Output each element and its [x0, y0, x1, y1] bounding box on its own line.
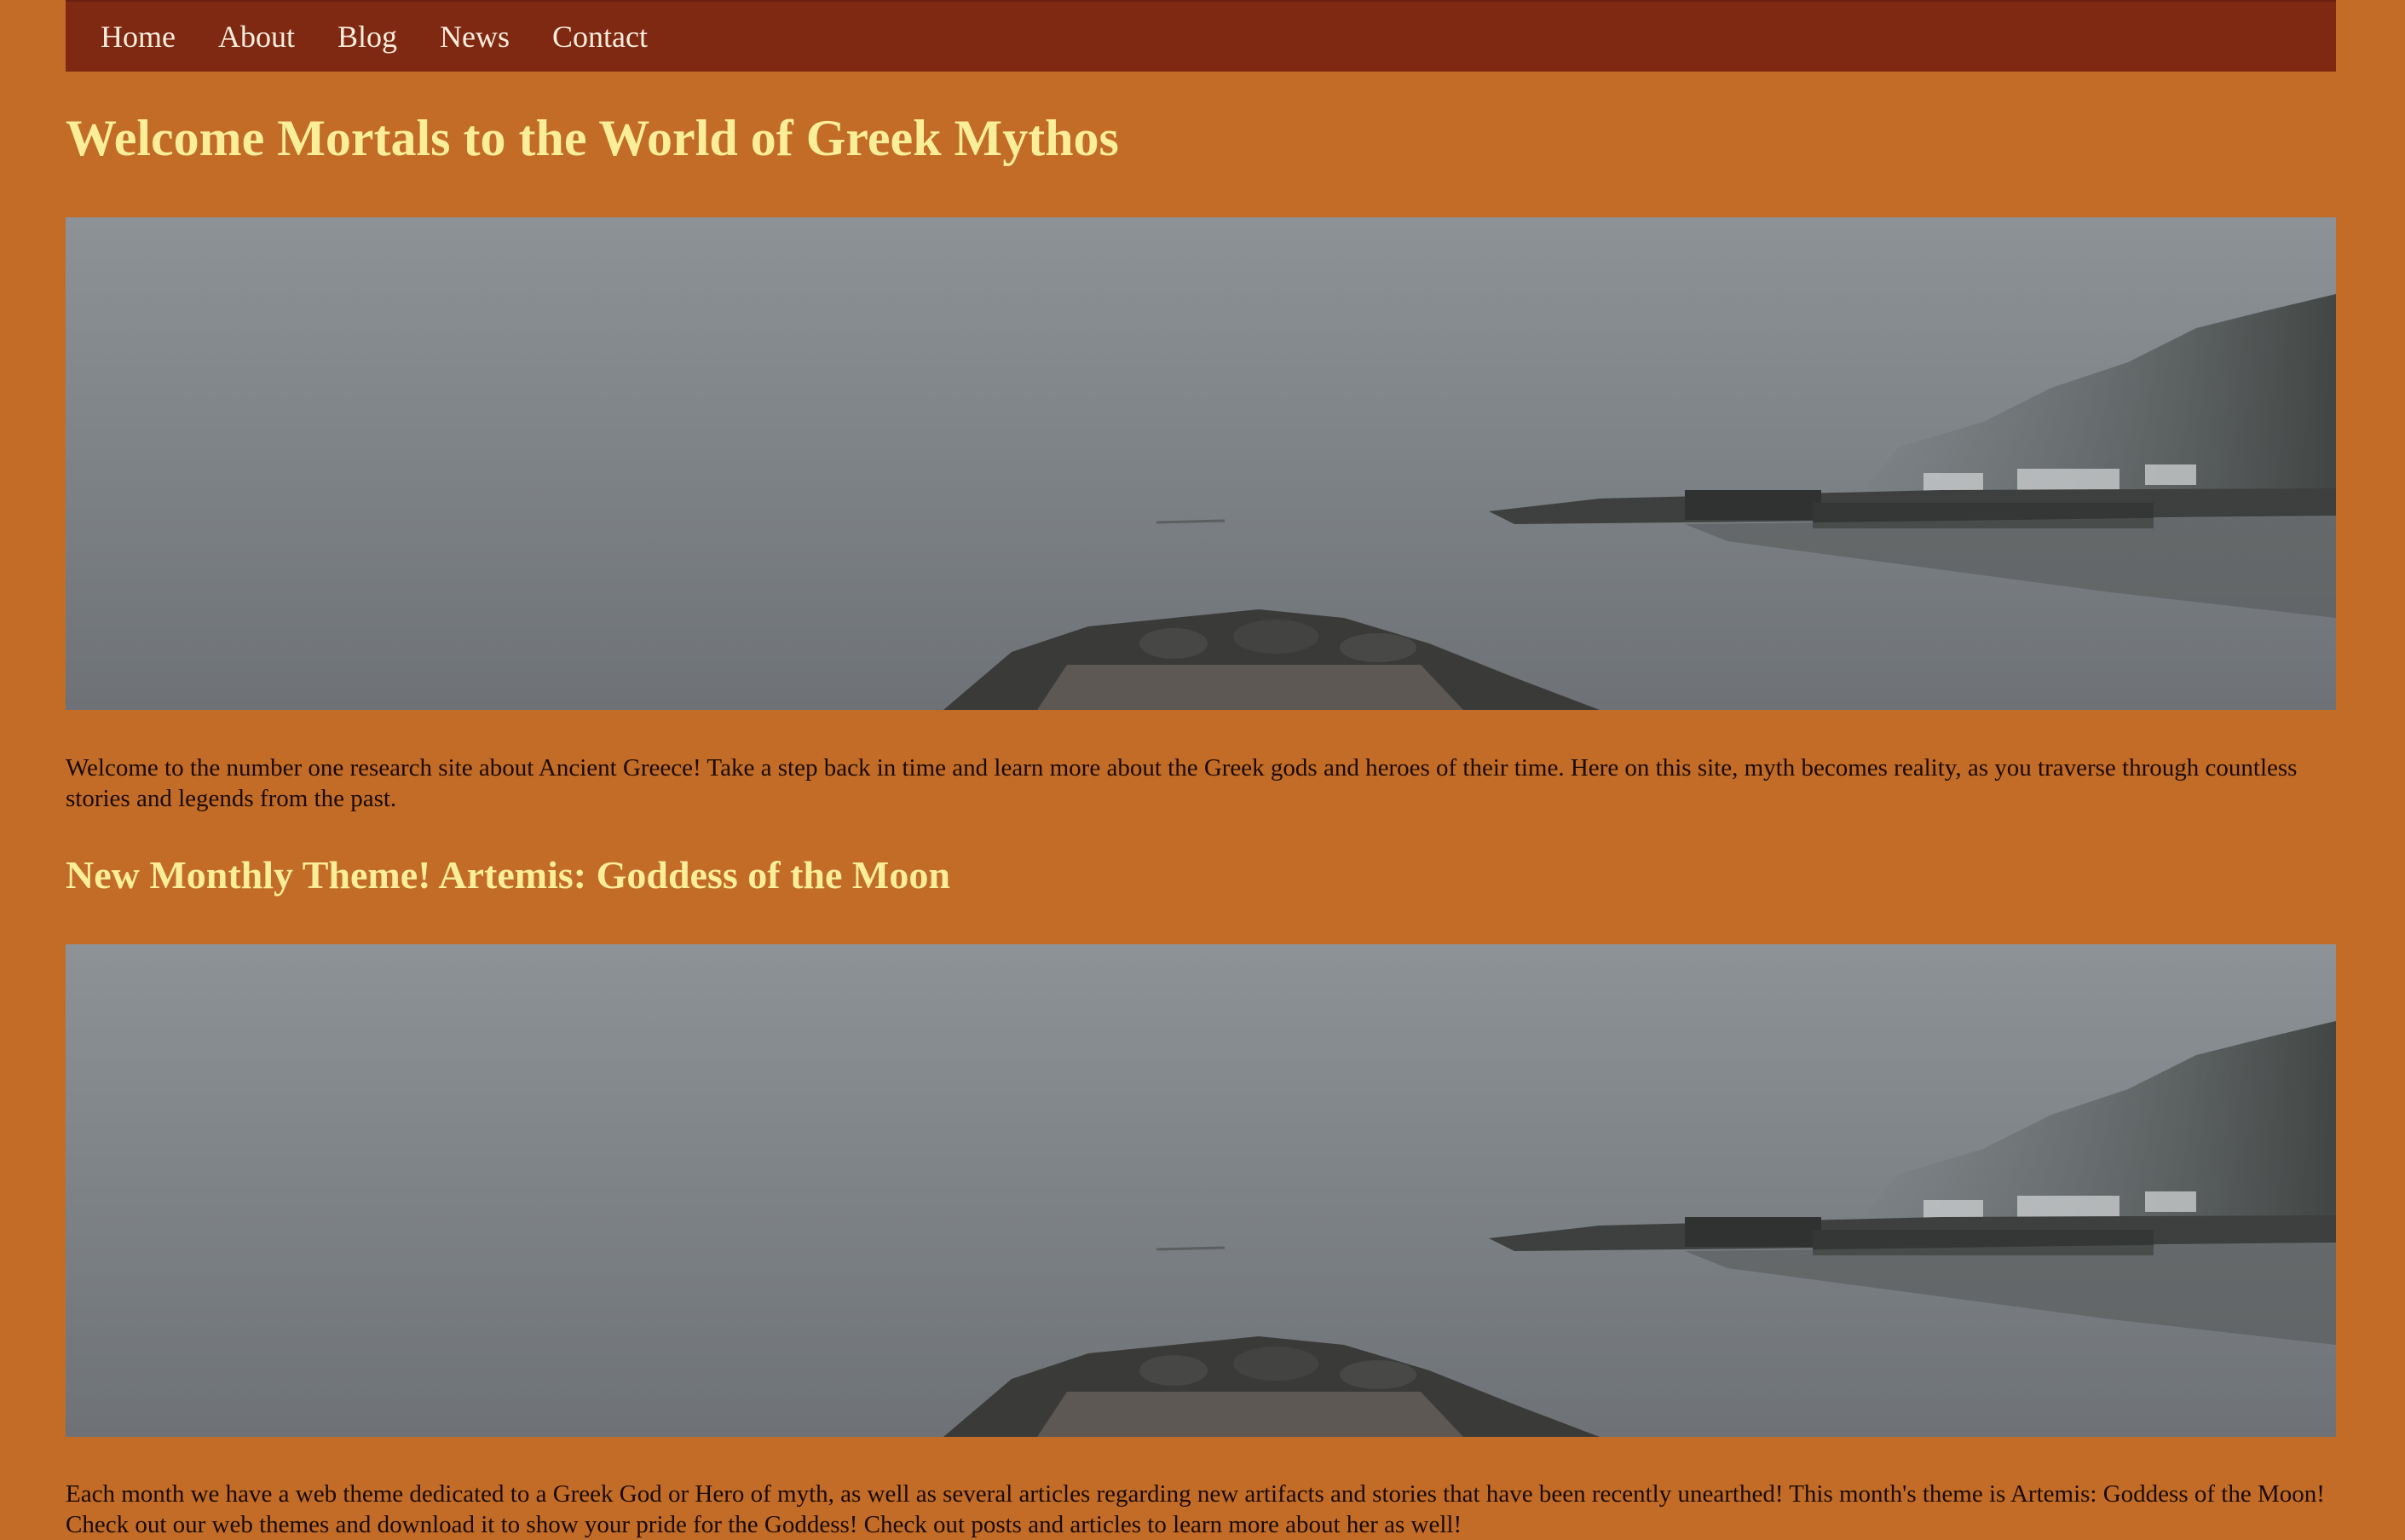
nav-news-link[interactable]: News	[440, 19, 510, 55]
theme-paragraph: Each month we have a web theme dedicated…	[66, 1480, 2325, 1538]
nav-about-link[interactable]: About	[218, 19, 295, 55]
nav-contact-link[interactable]: Contact	[552, 19, 648, 55]
page-title: Welcome Mortals to the World of Greek My…	[66, 110, 1119, 166]
nav-blog-link[interactable]: Blog	[337, 19, 397, 55]
theme-image	[66, 944, 2336, 1437]
top-nav: Home About Blog News Contact	[66, 0, 2336, 72]
intro-paragraph: Welcome to the number one research site …	[66, 754, 2298, 812]
nav-home-link[interactable]: Home	[101, 19, 176, 55]
theme-heading: New Monthly Theme! Artemis: Goddess of t…	[66, 853, 950, 897]
hero-image	[66, 217, 2336, 710]
